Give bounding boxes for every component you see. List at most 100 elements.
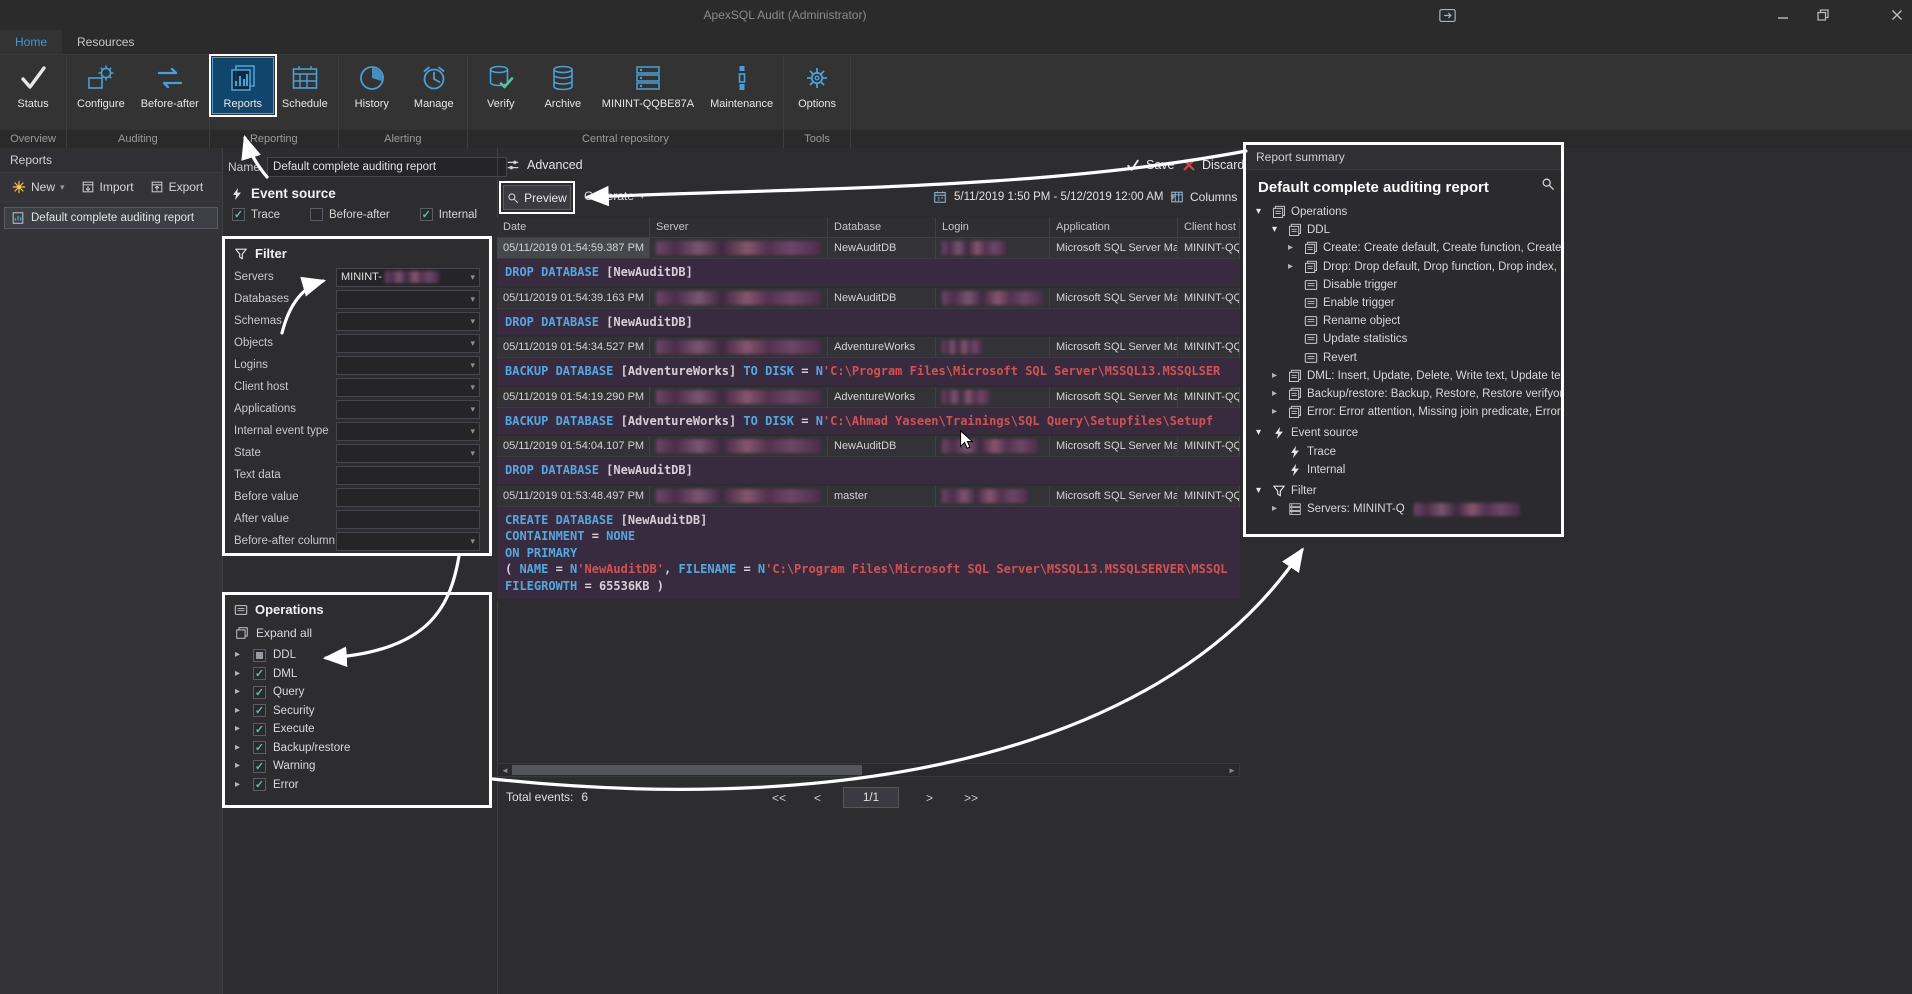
export-button[interactable]: Export — [144, 177, 210, 197]
scrollbar-thumb[interactable] — [512, 765, 862, 775]
filter-servers-dropdown[interactable]: MININT-▾ — [336, 268, 480, 287]
operation-item-warning[interactable]: ▸✓Warning — [225, 757, 489, 776]
summary-node-internal[interactable]: ▸Internal — [1246, 461, 1561, 479]
panel-icon[interactable] — [1432, 4, 1462, 26]
date-range-picker[interactable]: 5/11/2019 1:50 PM - 5/12/2019 12:00 AM ▾ — [933, 190, 1175, 204]
collapse-arrow-icon[interactable]: ▾ — [1256, 428, 1267, 438]
expand-arrow-icon[interactable]: ▸ — [235, 780, 246, 790]
report-list-item[interactable]: Default complete auditing report — [4, 207, 218, 229]
column-header-database[interactable]: Database — [828, 218, 936, 238]
filter-client-host-dropdown[interactable]: ▾ — [336, 378, 480, 397]
advanced-toggle[interactable]: Advanced — [506, 158, 583, 172]
summary-node-ddl[interactable]: ▾DDL — [1246, 221, 1561, 239]
expand-arrow-icon[interactable]: ▸ — [235, 724, 246, 734]
search-icon[interactable] — [1541, 177, 1555, 191]
summary-node-trace[interactable]: ▸Trace — [1246, 442, 1561, 460]
scroll-right-icon[interactable]: ► — [1225, 766, 1239, 775]
checkbox-checked-icon[interactable]: ✓ — [253, 778, 266, 791]
ribbon-item-reports[interactable]: Reports — [212, 57, 274, 114]
event-row[interactable]: 05/11/2019 01:54:39.163 PMNewAuditDBMicr… — [497, 288, 1240, 309]
generate-button[interactable]: Generate ▾ — [584, 189, 645, 203]
expand-all-button[interactable]: Expand all — [225, 622, 489, 646]
next-page-button[interactable]: > — [916, 787, 943, 808]
event-row[interactable]: 05/11/2019 01:54:59.387 PMNewAuditDBMicr… — [497, 238, 1240, 259]
column-header-application[interactable]: Application — [1050, 218, 1178, 238]
column-header-login[interactable]: Login — [936, 218, 1050, 238]
filter-state-dropdown[interactable]: ▾ — [336, 444, 480, 463]
expand-arrow-icon[interactable]: ▸ — [235, 669, 246, 679]
checkbox-checked-icon[interactable]: ✓ — [253, 686, 266, 699]
filter-before-value-input[interactable] — [336, 488, 480, 507]
operation-item-backup-restore[interactable]: ▸✓Backup/restore — [225, 739, 489, 758]
ribbon-item-schedule[interactable]: Schedule — [274, 57, 336, 114]
collapse-arrow-icon[interactable]: ▾ — [1272, 225, 1283, 235]
checkbox-checked-icon[interactable]: ✓ — [253, 704, 266, 717]
summary-node-error[interactable]: ▸Error: Error attention, Missing join pr… — [1246, 403, 1561, 421]
summary-node-servers[interactable]: ▸Servers: MININT-Q — [1246, 500, 1561, 518]
filter-applications-dropdown[interactable]: ▾ — [336, 400, 480, 419]
checkbox-partial-icon[interactable] — [253, 649, 266, 662]
operation-item-ddl[interactable]: ▸DDL — [225, 646, 489, 665]
filter-schemas-dropdown[interactable]: ▾ — [336, 312, 480, 331]
ribbon-item-archive[interactable]: Archive — [532, 57, 594, 114]
event-row[interactable]: 05/11/2019 01:54:04.107 PMNewAuditDBMicr… — [497, 436, 1240, 457]
first-page-button[interactable]: << — [762, 787, 796, 808]
operation-item-query[interactable]: ▸✓Query — [225, 683, 489, 702]
operation-item-execute[interactable]: ▸✓Execute — [225, 720, 489, 739]
ribbon-item-minint-qqbe87a[interactable]: MININT-QQBE87A — [594, 57, 702, 114]
operation-item-error[interactable]: ▸✓Error — [225, 776, 489, 795]
checkbox-trace[interactable]: ✓Trace — [232, 208, 280, 221]
expand-arrow-icon[interactable]: ▸ — [1272, 407, 1283, 417]
summary-node-filter[interactable]: ▾Filter — [1246, 482, 1561, 500]
ribbon-item-history[interactable]: History — [341, 57, 403, 114]
checkbox-checked-icon[interactable]: ✓ — [253, 741, 266, 754]
import-button[interactable]: Import — [75, 177, 140, 197]
filter-before-after-column-dropdown[interactable]: ▾ — [336, 532, 480, 551]
expand-arrow-icon[interactable]: ▸ — [235, 761, 246, 771]
filter-objects-dropdown[interactable]: ▾ — [336, 334, 480, 353]
ribbon-item-options[interactable]: Options — [786, 57, 848, 114]
expand-arrow-icon[interactable]: ▸ — [1288, 243, 1299, 253]
preview-button[interactable]: Preview — [503, 185, 571, 210]
checkbox-before-after[interactable]: Before-after — [310, 208, 390, 221]
ribbon-item-maintenance[interactable]: Maintenance — [702, 57, 781, 114]
filter-text-data-input[interactable] — [336, 466, 480, 485]
columns-button[interactable]: Columns ▾ — [1170, 190, 1248, 204]
ribbon-item-status[interactable]: Status — [2, 57, 64, 114]
filter-internal-event-type-dropdown[interactable]: ▾ — [336, 422, 480, 441]
tab-resources[interactable]: Resources — [62, 30, 149, 54]
filter-after-value-input[interactable] — [336, 510, 480, 529]
expand-arrow-icon[interactable]: ▸ — [235, 650, 246, 660]
summary-node-disable-trigger[interactable]: ▸Disable trigger — [1246, 276, 1561, 294]
save-button[interactable]: Save — [1126, 158, 1175, 172]
minimize-icon[interactable] — [1768, 4, 1798, 26]
expand-arrow-icon[interactable]: ▸ — [235, 687, 246, 697]
expand-arrow-icon[interactable]: ▸ — [1288, 262, 1299, 272]
summary-node-revert[interactable]: ▸Revert — [1246, 349, 1561, 367]
event-row[interactable]: 05/11/2019 01:54:34.527 PMAdventureWorks… — [497, 337, 1240, 358]
discard-button[interactable]: Discard — [1182, 158, 1244, 172]
operation-item-dml[interactable]: ▸✓DML — [225, 665, 489, 684]
column-header-date[interactable]: Date — [497, 218, 650, 238]
column-header-server[interactable]: Server — [650, 218, 828, 238]
restore-icon[interactable] — [1808, 4, 1838, 26]
summary-node-enable-trigger[interactable]: ▸Enable trigger — [1246, 294, 1561, 312]
summary-node-dml[interactable]: ▸DML: Insert, Update, Delete, Write text… — [1246, 367, 1561, 385]
tab-home[interactable]: Home — [0, 30, 62, 54]
expand-arrow-icon[interactable]: ▸ — [235, 706, 246, 716]
checkbox-internal[interactable]: ✓Internal — [420, 208, 477, 221]
checkbox-checked-icon[interactable]: ✓ — [253, 760, 266, 773]
scroll-left-icon[interactable]: ◄ — [498, 766, 512, 775]
summary-node-event-source[interactable]: ▾Event source — [1246, 424, 1561, 442]
ribbon-item-manage[interactable]: Manage — [403, 57, 465, 114]
event-row[interactable]: 05/11/2019 01:54:19.290 PMAdventureWorks… — [497, 387, 1240, 408]
summary-node-create[interactable]: ▸Create: Create default, Create function… — [1246, 239, 1561, 257]
summary-node-drop[interactable]: ▸Drop: Drop default, Drop function, Drop… — [1246, 258, 1561, 276]
column-header-client-host[interactable]: Client host — [1178, 218, 1240, 238]
new-button[interactable]: New▾ — [6, 177, 71, 197]
collapse-arrow-icon[interactable]: ▾ — [1256, 207, 1267, 217]
report-name-input[interactable]: Default complete auditing report — [267, 157, 507, 177]
last-page-button[interactable]: >> — [954, 787, 988, 808]
operation-item-security[interactable]: ▸✓Security — [225, 702, 489, 721]
ribbon-item-verify[interactable]: Verify — [470, 57, 532, 114]
